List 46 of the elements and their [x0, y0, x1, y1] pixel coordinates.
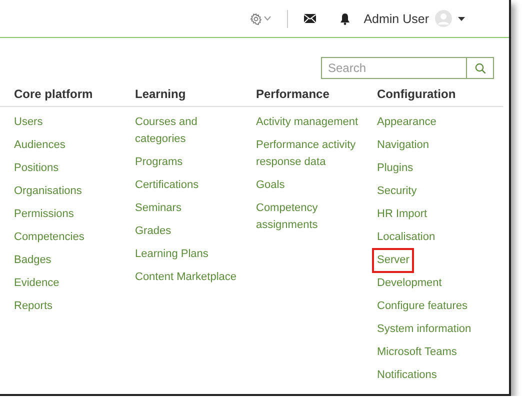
- admin-menu-link[interactable]: Users: [9, 110, 48, 135]
- admin-menu-link[interactable]: Navigation: [372, 133, 434, 158]
- chevron-down-icon: [264, 16, 271, 21]
- search-field[interactable]: Search: [321, 57, 466, 79]
- admin-menu-link[interactable]: Seminars: [130, 196, 186, 221]
- admin-menu-link[interactable]: Microsoft Teams: [372, 340, 462, 365]
- category-heading: Learning: [135, 87, 187, 101]
- bell-icon: [340, 12, 350, 24]
- admin-menu-link[interactable]: Learning Plans: [130, 242, 214, 267]
- admin-menu-link[interactable]: Appearance: [372, 110, 442, 135]
- admin-menu-link[interactable]: Plugins: [372, 156, 418, 181]
- admin-menu-link[interactable]: Competencies: [9, 225, 90, 250]
- admin-menu-link[interactable]: Certifications: [130, 173, 204, 198]
- user-menu-button[interactable]: Admin User: [356, 10, 465, 27]
- envelope-icon: [304, 14, 316, 23]
- admin-menu-link[interactable]: Development: [372, 271, 447, 296]
- admin-menu-link[interactable]: Badges: [9, 248, 56, 273]
- settings-icon: [250, 12, 262, 24]
- admin-menu-link[interactable]: Notifications: [372, 363, 442, 388]
- admin-menu-link[interactable]: Grades: [130, 219, 176, 244]
- category-heading: Configuration: [377, 87, 457, 101]
- admin-menu-link[interactable]: Activity management: [251, 110, 364, 135]
- category-heading: Performance: [256, 87, 330, 101]
- admin-menu-link[interactable]: System information: [372, 317, 476, 342]
- admin-menu-link[interactable]: Performance activity response data: [251, 133, 373, 175]
- caret-down-icon: [458, 16, 465, 20]
- admin-menu-link[interactable]: Localisation: [372, 225, 440, 250]
- admin-menu-link[interactable]: Server: [372, 248, 414, 273]
- admin-menu-link[interactable]: Security: [372, 179, 422, 204]
- admin-menu-link[interactable]: Positions: [9, 156, 64, 181]
- admin-menu-link[interactable]: Courses and categories: [130, 110, 252, 152]
- admin-menu-link[interactable]: Audiences: [9, 133, 70, 158]
- category-heading: Core platform: [14, 87, 94, 101]
- admin-menu-link[interactable]: Content Marketplace: [130, 265, 242, 290]
- search-button[interactable]: [466, 57, 494, 79]
- avatar-icon: [435, 10, 452, 27]
- admin-menu-link[interactable]: Configure features: [372, 294, 472, 319]
- admin-menu-link[interactable]: Permissions: [9, 202, 79, 227]
- admin-menu-link[interactable]: Organisations: [9, 179, 87, 204]
- admin-menu-link[interactable]: Reports: [9, 294, 58, 319]
- admin-menu-link[interactable]: Competency assignments: [251, 196, 373, 238]
- admin-menu-link[interactable]: Goals: [251, 173, 290, 198]
- admin-menu-link[interactable]: HR Import: [372, 202, 432, 227]
- admin-menu-link[interactable]: Programs: [130, 150, 188, 175]
- search-icon: [474, 62, 486, 74]
- admin-menu-link[interactable]: Evidence: [9, 271, 64, 296]
